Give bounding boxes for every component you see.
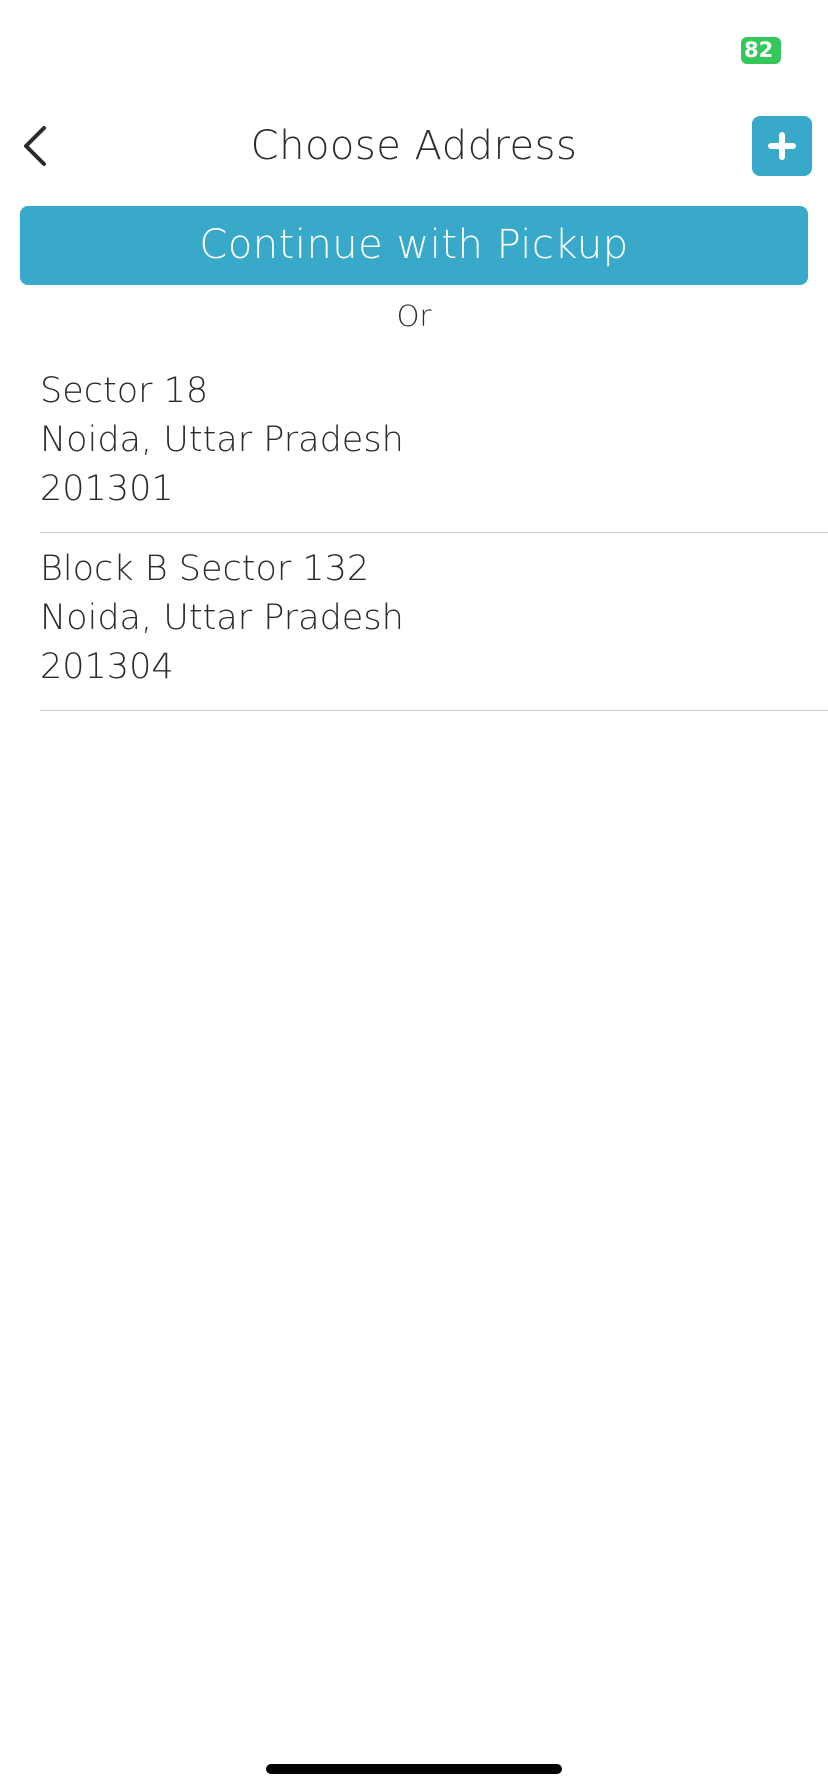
address-street: Sector 18 [40, 371, 209, 411]
add-address-button[interactable] [752, 116, 812, 176]
address-text: Block B Sector 132 Noida, Uttar Pradesh … [40, 545, 404, 692]
address-postal-code: 201304 [40, 647, 174, 687]
continue-with-pickup-button[interactable]: Continue with Pickup [20, 206, 808, 285]
status-bar: 82 [0, 0, 828, 90]
battery-level: 82 [744, 38, 774, 62]
back-button[interactable] [16, 118, 56, 174]
address-postal-code: 201301 [40, 469, 174, 509]
chevron-left-icon [24, 126, 46, 166]
address-item[interactable]: Sector 18 Noida, Uttar Pradesh 201301 [0, 355, 828, 533]
divider [40, 709, 828, 711]
battery-indicator: 82 [741, 37, 781, 64]
or-separator-label: Or [396, 299, 432, 333]
address-list: Sector 18 Noida, Uttar Pradesh 201301 Bl… [0, 355, 828, 711]
home-indicator[interactable] [266, 1764, 562, 1774]
navigation-bar: Choose Address [0, 100, 828, 192]
address-city-state: Noida, Uttar Pradesh [40, 598, 404, 638]
plus-icon [768, 132, 796, 160]
address-text: Sector 18 Noida, Uttar Pradesh 201301 [40, 367, 404, 514]
address-street: Block B Sector 132 [40, 549, 370, 589]
address-item[interactable]: Block B Sector 132 Noida, Uttar Pradesh … [0, 533, 828, 711]
page-title: Choose Address [250, 123, 578, 169]
address-city-state: Noida, Uttar Pradesh [40, 420, 404, 460]
